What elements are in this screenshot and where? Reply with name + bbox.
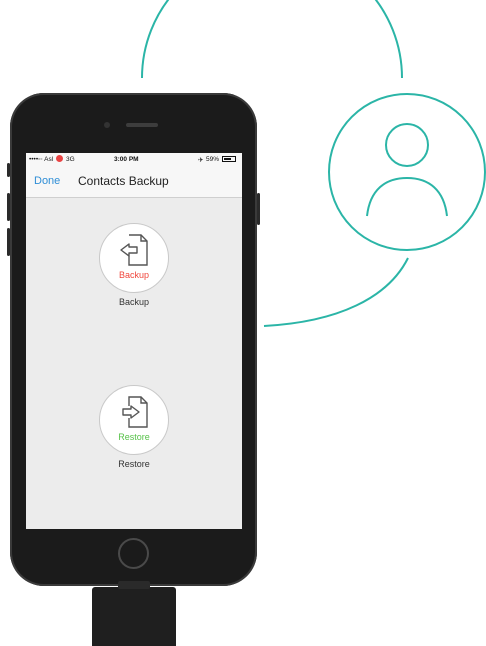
restore-button-label: Restore [118,432,150,442]
backup-action: Backup Backup [92,223,176,307]
home-button[interactable] [118,538,149,569]
earpiece-speaker [126,123,158,127]
power-button [257,193,260,225]
backup-caption: Backup [118,297,150,307]
front-camera [104,122,110,128]
backup-button-label: Backup [118,270,150,280]
connector-neck [118,581,150,589]
status-bar: ••••◦◦ Asl 3G 3:00 PM ✈ 59% [26,153,242,167]
phone-screen: ••••◦◦ Asl 3G 3:00 PM ✈ 59% Done Contact… [26,153,242,529]
phone-frame: ••••◦◦ Asl 3G 3:00 PM ✈ 59% Done Contact… [7,93,260,586]
app-badge-icon [56,155,63,162]
volume-up-button [7,193,10,221]
page-title: Contacts Backup [78,174,169,188]
battery-icon [222,156,236,162]
restore-action: Restore Restore [92,385,176,469]
navigation-bar: Done Contacts Backup [26,167,242,198]
backup-button[interactable]: Backup [99,223,169,293]
carrier-signal: ••••◦◦ Asl [29,156,54,163]
done-button[interactable]: Done [34,175,60,187]
location-icon: ✈ [198,157,204,164]
status-time: 3:00 PM [114,156,139,163]
side-button [7,163,10,177]
file-arrow-left-icon [120,234,148,266]
battery-percent: 59% [206,156,220,163]
network-type: 3G [66,156,75,163]
volume-down-button [7,228,10,256]
file-arrow-right-icon [122,396,148,428]
lightning-connector [92,581,176,646]
restore-button[interactable]: Restore [99,385,169,455]
restore-caption: Restore [118,459,150,469]
